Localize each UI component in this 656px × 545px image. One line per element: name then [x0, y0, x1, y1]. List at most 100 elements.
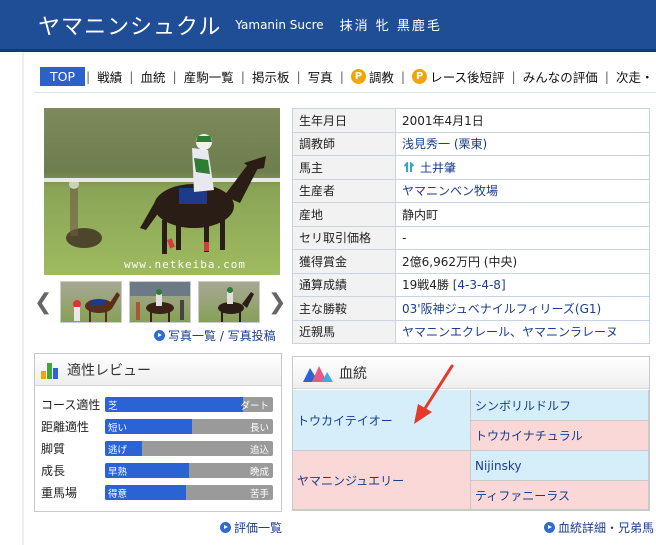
sire-name: トウカイテイオー [297, 413, 393, 428]
aptitude-label: 重馬場 [41, 486, 78, 500]
tab-training[interactable]: P 調教 [345, 67, 400, 86]
watermark: www.netkeiba.com [124, 258, 246, 271]
dam-name: ヤマニンジュエリー [297, 473, 405, 488]
nav-divider [34, 92, 656, 93]
aptitude-fill [105, 397, 243, 412]
aptitude-panel: 適性レビュー コース適性 芝 ダート 距離適性 短い 長い 脚質 逃げ 追込 成長 早… [34, 353, 282, 512]
table-row: 獲得賞金 2億6,962万円 (中央) [292, 249, 650, 274]
profile-value: - [395, 225, 650, 250]
bar-right-label: 苦手 [249, 489, 269, 500]
photo-thumbnail[interactable] [198, 281, 260, 323]
bar-left-label: 逃げ [108, 445, 128, 456]
table-row: 馬主 土井肇 [292, 155, 650, 180]
pedigree-title: 血統 [339, 365, 367, 382]
trainer-link[interactable]: 浅見秀一 (栗東) [402, 137, 487, 151]
aptitude-bar: 芝 ダート [105, 397, 273, 412]
profile-key: 生産者 [292, 178, 396, 203]
reviews-list-label: 評価一覧 [234, 521, 283, 535]
tab-race-comments[interactable]: P レース後短評 [406, 67, 510, 86]
dam-sire-cell[interactable]: Nijinsky [471, 451, 649, 481]
tab-nav: TOP | 戦績 | 血統 | 産駒一覧 | 掲示板 | 写真 | P 調教 | … [40, 66, 656, 86]
profile-key: 獲得賞金 [292, 249, 396, 274]
aptitude-label: 脚質 [41, 442, 66, 456]
tab-offspring[interactable]: 産駒一覧 [178, 67, 240, 86]
profile-key: 近親馬 [292, 319, 396, 344]
chevron-right-icon[interactable]: ❯ [268, 290, 286, 315]
aptitude-row: 距離適性 短い 長い [41, 418, 273, 435]
thumbnail-image [130, 282, 190, 322]
aptitude-title: 適性レビュー [67, 362, 151, 379]
photo-links[interactable]: 写真一覧 / 写真投稿 [154, 327, 276, 344]
owner-link[interactable]: 土井肇 [420, 161, 456, 175]
table-row: 調教師 浅見秀一 (栗東) [292, 131, 650, 156]
profile-value: 2億6,962万円 (中央) [395, 249, 650, 274]
profile-table: 生年月日 2001年4月1日 調教師 浅見秀一 (栗東) 馬主 土井肇 生産者 ヤマニ… [292, 108, 650, 344]
tab-results[interactable]: 戦績 [91, 67, 128, 86]
aptitude-label: コース適性 [41, 398, 101, 412]
sire-dam-cell[interactable]: トウカイナチュラル [471, 421, 649, 451]
tab-race-comments-label: レース後短評 [430, 69, 505, 85]
profile-key: 通算成績 [292, 272, 396, 297]
thumbnail-image [218, 287, 254, 322]
dam-cell[interactable]: ヤマニンジュエリー [293, 451, 471, 510]
table-row: 生年月日 2001年4月1日 [292, 108, 650, 133]
reviews-list-link[interactable]: 評価一覧 [220, 519, 282, 536]
tab-board[interactable]: 掲示板 [246, 67, 296, 86]
arrow-circle-icon [154, 330, 165, 341]
pedigree-detail-link[interactable]: 血統詳細・兄弟馬 [544, 519, 654, 536]
profile-value: 静内町 [395, 202, 650, 227]
tab-next-race[interactable]: 次走・ [610, 67, 656, 86]
aptitude-label: 成長 [41, 464, 66, 478]
aptitude-row: コース適性 芝 ダート [41, 396, 273, 413]
major-win-link[interactable]: 03'阪神ジュベナイルフィリーズ(G1) [402, 302, 601, 316]
profile-key: 馬主 [292, 155, 396, 180]
aptitude-row: 成長 早熟 晩成 [41, 462, 273, 479]
bar-chart-icon [41, 361, 61, 379]
record-link[interactable]: [4-3-4-8] [453, 278, 506, 292]
premium-icon: P [350, 68, 366, 84]
racehorse-image [66, 134, 266, 254]
tab-pedigree[interactable]: 血統 [134, 67, 171, 86]
thumbnail-image [73, 292, 120, 322]
bar-left-label: 早熟 [108, 467, 128, 478]
sire-sire-name: シンボリルドルフ [475, 398, 572, 413]
breeder-link[interactable]: ヤマニンベン牧場 [402, 184, 498, 198]
profile-value: 19戦4勝 [4-3-4-8] [395, 272, 650, 297]
bar-right-label: ダート [240, 401, 269, 412]
tab-top[interactable]: TOP [40, 66, 86, 86]
pedigree-logo-icon [303, 365, 333, 382]
aptitude-bar: 逃げ 追込 [105, 441, 273, 456]
dam-sire-name: Nijinsky [475, 458, 522, 473]
dam-dam-cell[interactable]: ティファニーラス [471, 481, 649, 510]
main-photo[interactable]: www.netkeiba.com [44, 108, 280, 275]
photo-links-label: 写真一覧 / 写真投稿 [168, 329, 276, 343]
relatives-link[interactable]: ヤマニンエクレール、ヤマニンラレーヌ [402, 325, 618, 339]
bar-left-label: 得意 [108, 489, 128, 500]
pedigree-detail-label: 血統詳細・兄弟馬 [558, 521, 655, 535]
aptitude-row: 脚質 逃げ 追込 [41, 440, 273, 457]
profile-key: 産地 [292, 202, 396, 227]
tab-photos[interactable]: 写真 [302, 67, 339, 86]
pedigree-header: 血統 [293, 357, 649, 389]
sire-cell[interactable]: トウカイテイオー [293, 390, 471, 451]
table-row: 通算成績 19戦4勝 [4-3-4-8] [292, 272, 650, 297]
tab-reviews[interactable]: みんなの評価 [517, 67, 604, 86]
horse-header: ヤマニンシュクル Yamanin Sucre 抹消 牝 黒鹿毛 [0, 0, 656, 52]
horse-meta: 抹消 牝 黒鹿毛 [339, 19, 442, 34]
aptitude-header: 適性レビュー [35, 354, 281, 386]
profile-key: 調教師 [292, 131, 396, 156]
aptitude-bar: 短い 長い [105, 419, 273, 434]
chevron-left-icon[interactable]: ❮ [34, 290, 52, 315]
bar-left-label: 芝 [108, 401, 118, 412]
photo-thumbnail[interactable] [129, 281, 191, 323]
arrow-circle-icon [544, 522, 555, 533]
profile-key: 主な勝鞍 [292, 296, 396, 321]
bar-right-label: 長い [249, 423, 269, 434]
bar-right-label: 追込 [249, 445, 269, 456]
photo-thumbnail[interactable] [60, 281, 122, 323]
horse-name: ヤマニンシュクル [38, 14, 222, 40]
table-row: 主な勝鞍 03'阪神ジュベナイルフィリーズ(G1) [292, 296, 650, 321]
pedigree-panel: 血統 トウカイテイオー シンボリルドルフ トウカイナチュラル ヤマニンジュエリー… [292, 356, 650, 511]
profile-key: 生年月日 [292, 108, 396, 133]
sire-sire-cell[interactable]: シンボリルドルフ [471, 390, 649, 421]
